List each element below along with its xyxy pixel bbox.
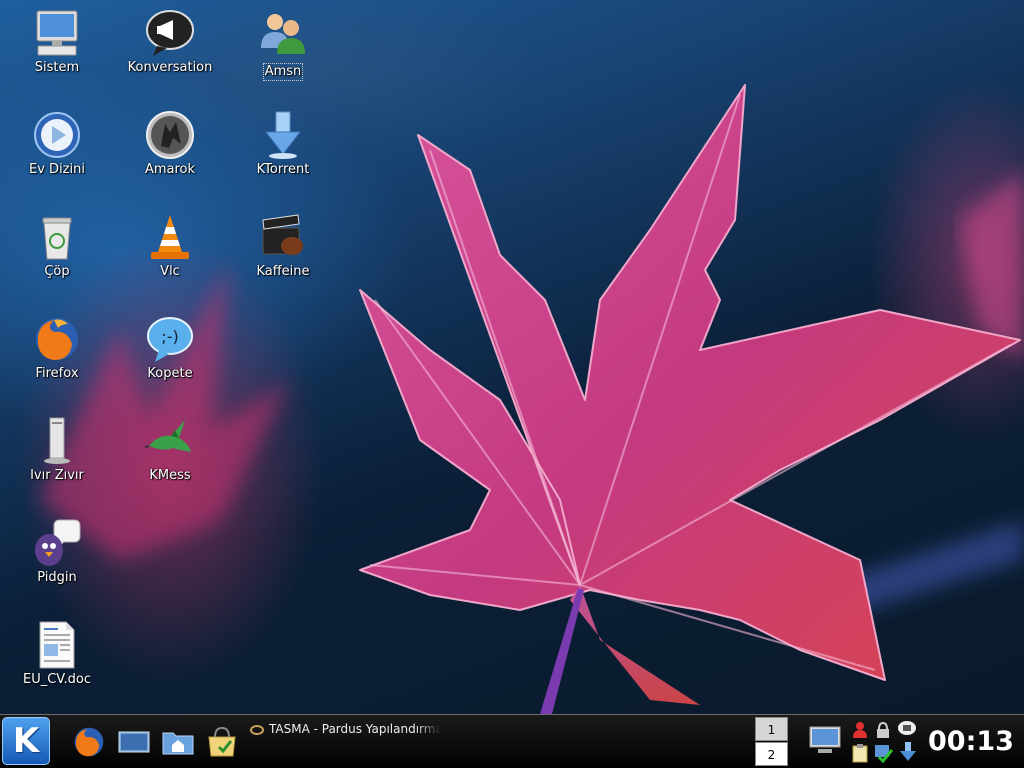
tasma-icon bbox=[250, 725, 264, 735]
kmess-icon bbox=[144, 416, 195, 466]
vlc-icon bbox=[145, 212, 195, 262]
package-icon bbox=[208, 726, 236, 757]
tray-clipboard[interactable] bbox=[850, 743, 870, 767]
desktop-icon-label: Sistem bbox=[34, 60, 80, 75]
tray-download[interactable] bbox=[898, 741, 918, 767]
desktop-icon-label: Kopete bbox=[147, 366, 193, 381]
desktop-icon-label: Ivır Zıvır bbox=[30, 468, 84, 483]
pidgin-icon bbox=[32, 518, 82, 568]
trash-icon bbox=[32, 212, 82, 262]
svg-text:;-): ;-) bbox=[161, 327, 178, 346]
konversation-icon bbox=[145, 8, 195, 58]
file-manager-icon bbox=[162, 732, 194, 755]
desktop-icon-eu-cv-doc[interactable]: EU_CV.doc bbox=[2, 620, 112, 688]
clipboard-icon bbox=[852, 744, 868, 763]
misc-drive-icon bbox=[32, 416, 82, 466]
desktop-icon-ktorrent[interactable]: KTorrent bbox=[228, 110, 338, 178]
k-menu-label: K bbox=[12, 721, 40, 761]
pager-desktop-2[interactable]: 2 bbox=[755, 742, 788, 766]
tray-user-status[interactable] bbox=[851, 721, 869, 743]
desktop-pager: 1 2 bbox=[755, 717, 789, 768]
firefox-icon bbox=[74, 727, 104, 757]
desktop-icon-label: Amsn bbox=[262, 63, 304, 81]
quicklaunch-desktop[interactable] bbox=[117, 725, 151, 759]
desktop-icon-label: KMess bbox=[149, 468, 191, 483]
desktop-icon-ivir-zivir[interactable]: Ivır Zıvır bbox=[2, 416, 112, 484]
desktop-icon-label: Ev Dizini bbox=[29, 162, 85, 177]
taskbar-task-tasma[interactable]: TASMA - Pardus Yapılandırma bbox=[246, 719, 746, 763]
desktop-icon-amarok[interactable]: Amarok bbox=[115, 110, 225, 178]
user-icon bbox=[853, 722, 867, 738]
desktop-icon-label: KTorrent bbox=[256, 162, 310, 177]
amarok-icon bbox=[145, 110, 195, 160]
desktop[interactable]: Sistem Konversation Amsn Ev Dizini Amaro… bbox=[0, 0, 1024, 714]
lock-icon bbox=[877, 721, 889, 738]
pager-desktop-1[interactable]: 1 bbox=[755, 717, 788, 741]
ktorrent-icon bbox=[258, 110, 308, 160]
quicklaunch-firefox[interactable] bbox=[72, 725, 106, 759]
desktop-icon-cop[interactable]: Çöp bbox=[2, 212, 112, 280]
desktop-icon-label: Pidgin bbox=[37, 570, 77, 585]
desktop-icon-vlc[interactable]: Vlc bbox=[115, 212, 225, 280]
desktop-icon-konversation[interactable]: Konversation bbox=[115, 8, 225, 76]
network-icon bbox=[898, 721, 916, 735]
desktop-icon bbox=[118, 731, 150, 753]
taskbar-task-title: TASMA - Pardus Yapılandırma bbox=[269, 722, 441, 736]
desktop-icon-label: Konversation bbox=[127, 60, 213, 75]
kopete-icon: ;-) bbox=[145, 314, 195, 364]
update-check-icon bbox=[875, 745, 894, 764]
tray-show-desktop[interactable] bbox=[808, 723, 842, 761]
desktop-icon-pidgin[interactable]: Pidgin bbox=[2, 518, 112, 586]
desktop-icon-label: Çöp bbox=[44, 264, 70, 279]
desktop-icon-kmess[interactable]: KMess bbox=[115, 416, 225, 484]
computer-icon bbox=[32, 8, 82, 58]
quicklaunch-package[interactable] bbox=[205, 725, 239, 759]
tray-lock[interactable] bbox=[874, 721, 892, 743]
desktop-icon-kopete[interactable]: ;-) Kopete bbox=[115, 314, 225, 382]
amsn-icon bbox=[258, 8, 308, 58]
clock[interactable]: 00:13 bbox=[928, 725, 1020, 759]
desktop-icon-label: Kaffeine bbox=[256, 264, 310, 279]
firefox-icon bbox=[32, 314, 82, 364]
desktop-icon-sistem[interactable]: Sistem bbox=[2, 8, 112, 76]
quicklaunch-file-manager[interactable] bbox=[161, 725, 195, 759]
monitor-icon bbox=[809, 726, 841, 753]
desktop-icon-kaffeine[interactable]: Kaffeine bbox=[228, 212, 338, 280]
desktop-icon-label: EU_CV.doc bbox=[22, 672, 91, 687]
desktop-icon-label: Firefox bbox=[35, 366, 79, 381]
desktop-icon-ev-dizini[interactable]: Ev Dizini bbox=[2, 110, 112, 178]
home-folder-icon bbox=[32, 110, 82, 160]
desktop-icon-amsn[interactable]: Amsn bbox=[228, 8, 338, 81]
desktop-icon-firefox[interactable]: Firefox bbox=[2, 314, 112, 382]
kaffeine-icon bbox=[258, 212, 308, 262]
desktop-icon-label: Vlc bbox=[160, 264, 180, 279]
download-arrow-icon bbox=[900, 742, 916, 761]
taskbar: K TASMA - Pardus Yapılandırma 1 2 00:13 bbox=[0, 714, 1024, 768]
desktop-icon-label: Amarok bbox=[144, 162, 196, 177]
tray-update-manager[interactable] bbox=[873, 743, 894, 767]
document-icon bbox=[32, 620, 82, 670]
k-menu-button[interactable]: K bbox=[2, 717, 50, 765]
tray-network[interactable] bbox=[897, 719, 917, 741]
